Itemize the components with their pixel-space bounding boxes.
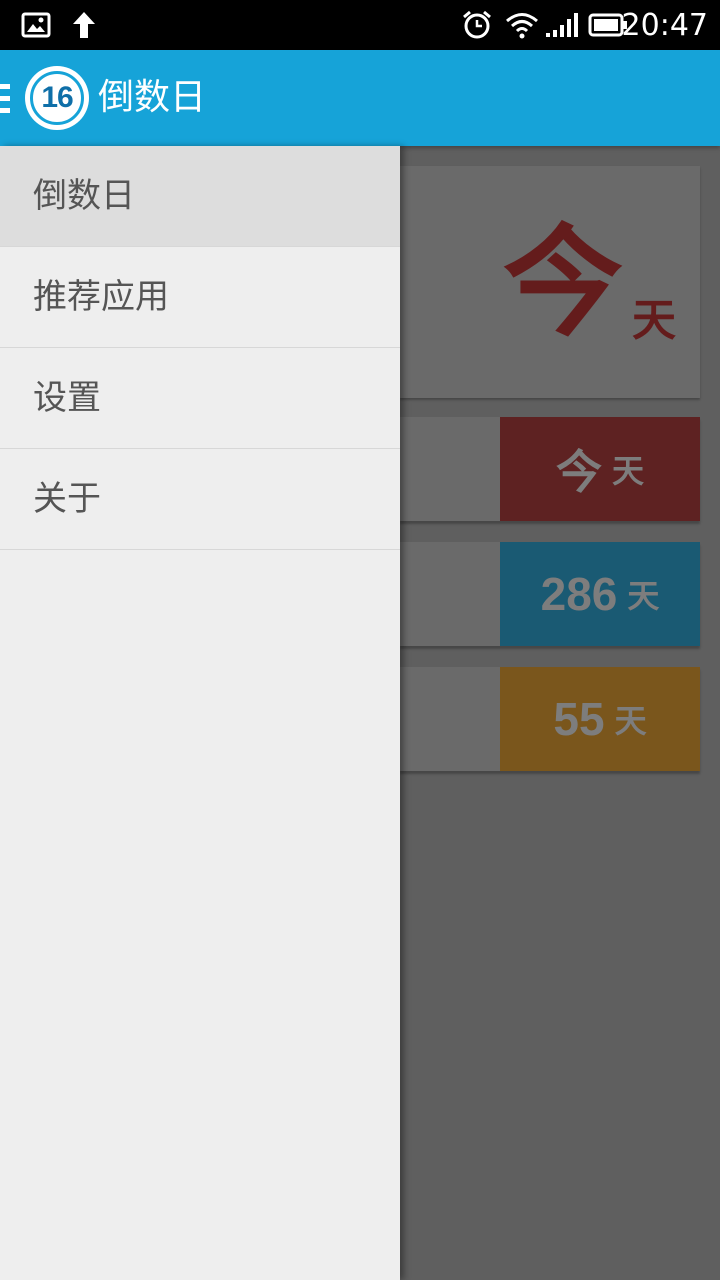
app-logo[interactable]: 16 [25, 66, 89, 130]
app-bar: 16 倒数日 [0, 50, 720, 146]
event-days: 今 [555, 446, 602, 498]
hero-value: 今 [503, 214, 623, 353]
event-unit: 天 [614, 702, 647, 740]
drawer-item-label: 倒数日 [33, 176, 135, 216]
event-days: 286 [540, 568, 618, 620]
status-bar: 20:47 [0, 0, 720, 50]
event-unit: 天 [611, 452, 644, 490]
drawer-item-label: 关于 [33, 479, 101, 519]
event-row: 今 天 [400, 417, 700, 521]
image-icon [20, 0, 52, 50]
drawer-item-about[interactable]: 关于 [0, 449, 400, 550]
upload-arrow-icon [68, 0, 100, 50]
drawer-item-settings[interactable]: 设置 [0, 348, 400, 449]
drawer-item-recommended-apps[interactable]: 推荐应用 [0, 247, 400, 348]
event-badge: 今 天 [500, 417, 700, 521]
alarm-icon [460, 0, 494, 50]
drawer-item-label: 推荐应用 [33, 277, 169, 317]
app-title[interactable]: 倒数日 [98, 50, 206, 146]
wifi-icon [504, 0, 540, 50]
menu-icon[interactable] [0, 84, 10, 114]
event-row: 286 天 [400, 542, 700, 646]
event-days: 55 [553, 693, 605, 745]
hero-unit: 天 [632, 295, 676, 346]
event-badge: 286 天 [500, 542, 700, 646]
navigation-drawer: 倒数日 推荐应用 设置 关于 [0, 146, 400, 1280]
hero-card: 今 天 [400, 166, 700, 398]
drawer-item-countdown[interactable]: 倒数日 [0, 146, 400, 247]
event-unit: 天 [627, 577, 660, 615]
event-badge: 55 天 [500, 667, 700, 771]
status-time: 20:47 [621, 8, 708, 43]
signal-icon [544, 0, 580, 50]
app-logo-number: 16 [41, 81, 73, 114]
drawer-item-label: 设置 [33, 378, 101, 418]
event-row: 55 天 [400, 667, 700, 771]
